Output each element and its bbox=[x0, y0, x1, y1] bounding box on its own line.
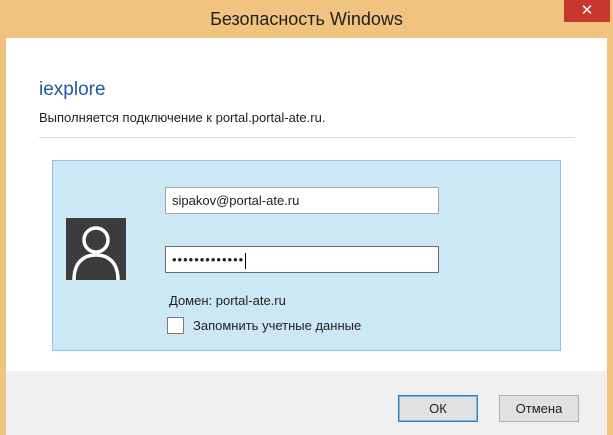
username-value: sipakov@portal-ate.ru bbox=[172, 193, 300, 208]
ok-button[interactable]: ОК bbox=[398, 395, 478, 422]
cancel-button[interactable]: Отмена bbox=[499, 395, 579, 422]
close-icon: ✕ bbox=[580, 2, 594, 19]
security-dialog-window: Безопасность Windows ✕ iexplore Выполняе… bbox=[0, 0, 613, 435]
user-silhouette-icon bbox=[66, 218, 126, 280]
text-caret bbox=[245, 252, 247, 269]
remember-credentials-label[interactable]: Запомнить учетные данные bbox=[193, 318, 361, 333]
username-input[interactable]: sipakov@portal-ate.ru bbox=[165, 187, 439, 214]
title-bar[interactable]: Безопасность Windows ✕ bbox=[0, 0, 613, 38]
button-bar: ОК Отмена bbox=[6, 371, 607, 435]
password-value: ••••••••••••• bbox=[172, 252, 245, 267]
remember-credentials-checkbox[interactable] bbox=[167, 317, 184, 334]
close-button[interactable]: ✕ bbox=[564, 0, 610, 22]
credential-tile[interactable]: sipakov@portal-ate.ru ••••••••••••• Доме… bbox=[52, 160, 561, 351]
separator bbox=[39, 137, 575, 138]
domain-label: Домен: portal-ate.ru bbox=[169, 293, 286, 308]
window-title: Безопасность Windows bbox=[210, 9, 403, 29]
connection-message: Выполняется подключение к portal.portal-… bbox=[39, 110, 326, 125]
app-name: iexplore bbox=[39, 79, 106, 100]
dialog-body: iexplore Выполняется подключение к porta… bbox=[6, 38, 607, 435]
password-input[interactable]: ••••••••••••• bbox=[165, 246, 439, 273]
